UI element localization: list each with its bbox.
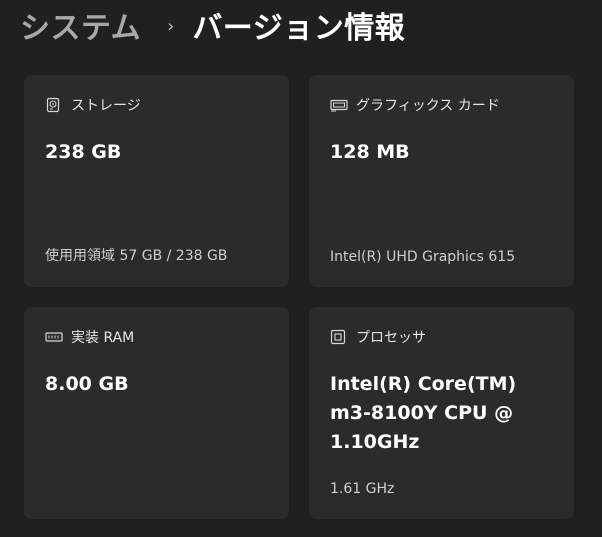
breadcrumb-system-link[interactable]: システム xyxy=(20,3,141,47)
storage-card: ストレージ 238 GB 使用用領域 57 GB / 238 GB xyxy=(24,75,289,287)
processor-detail: 1.61 GHz xyxy=(330,481,395,497)
breadcrumb: システム › バージョン情報 xyxy=(20,4,405,46)
storage-value: 238 GB xyxy=(45,141,122,163)
storage-card-header: ストレージ xyxy=(45,95,141,115)
storage-detail: 使用用領域 57 GB / 238 GB xyxy=(45,248,228,264)
graphics-card-label: グラフィックス カード xyxy=(356,98,500,114)
ram-card: 実装 RAM 8.00 GB xyxy=(24,307,289,519)
ram-label: 実装 RAM xyxy=(71,330,135,346)
storage-label: ストレージ xyxy=(71,98,141,114)
processor-card-header: プロセッサ xyxy=(330,327,426,347)
processor-value: Intel(R) Core(TM) m3-8100Y CPU @ 1.10GHz xyxy=(330,373,517,453)
graphics-card-icon xyxy=(330,97,348,113)
storage-icon xyxy=(45,97,61,113)
processor-icon xyxy=(330,329,346,345)
graphics-card-value: 128 MB xyxy=(330,141,410,163)
memory-icon xyxy=(45,329,63,345)
processor-card: プロセッサ Intel(R) Core(TM) m3-8100Y CPU @ 1… xyxy=(309,307,574,519)
graphics-card-card: グラフィックス カード 128 MB Intel(R) UHD Graphics… xyxy=(309,75,574,287)
processor-label: プロセッサ xyxy=(356,330,426,346)
page-title: バージョン情報 xyxy=(192,11,406,46)
graphics-card-header: グラフィックス カード xyxy=(330,95,500,115)
graphics-card-detail: Intel(R) UHD Graphics 615 xyxy=(330,249,516,265)
ram-value: 8.00 GB xyxy=(45,373,129,395)
chevron-right-icon: › xyxy=(167,15,175,37)
ram-card-header: 実装 RAM xyxy=(45,327,134,347)
